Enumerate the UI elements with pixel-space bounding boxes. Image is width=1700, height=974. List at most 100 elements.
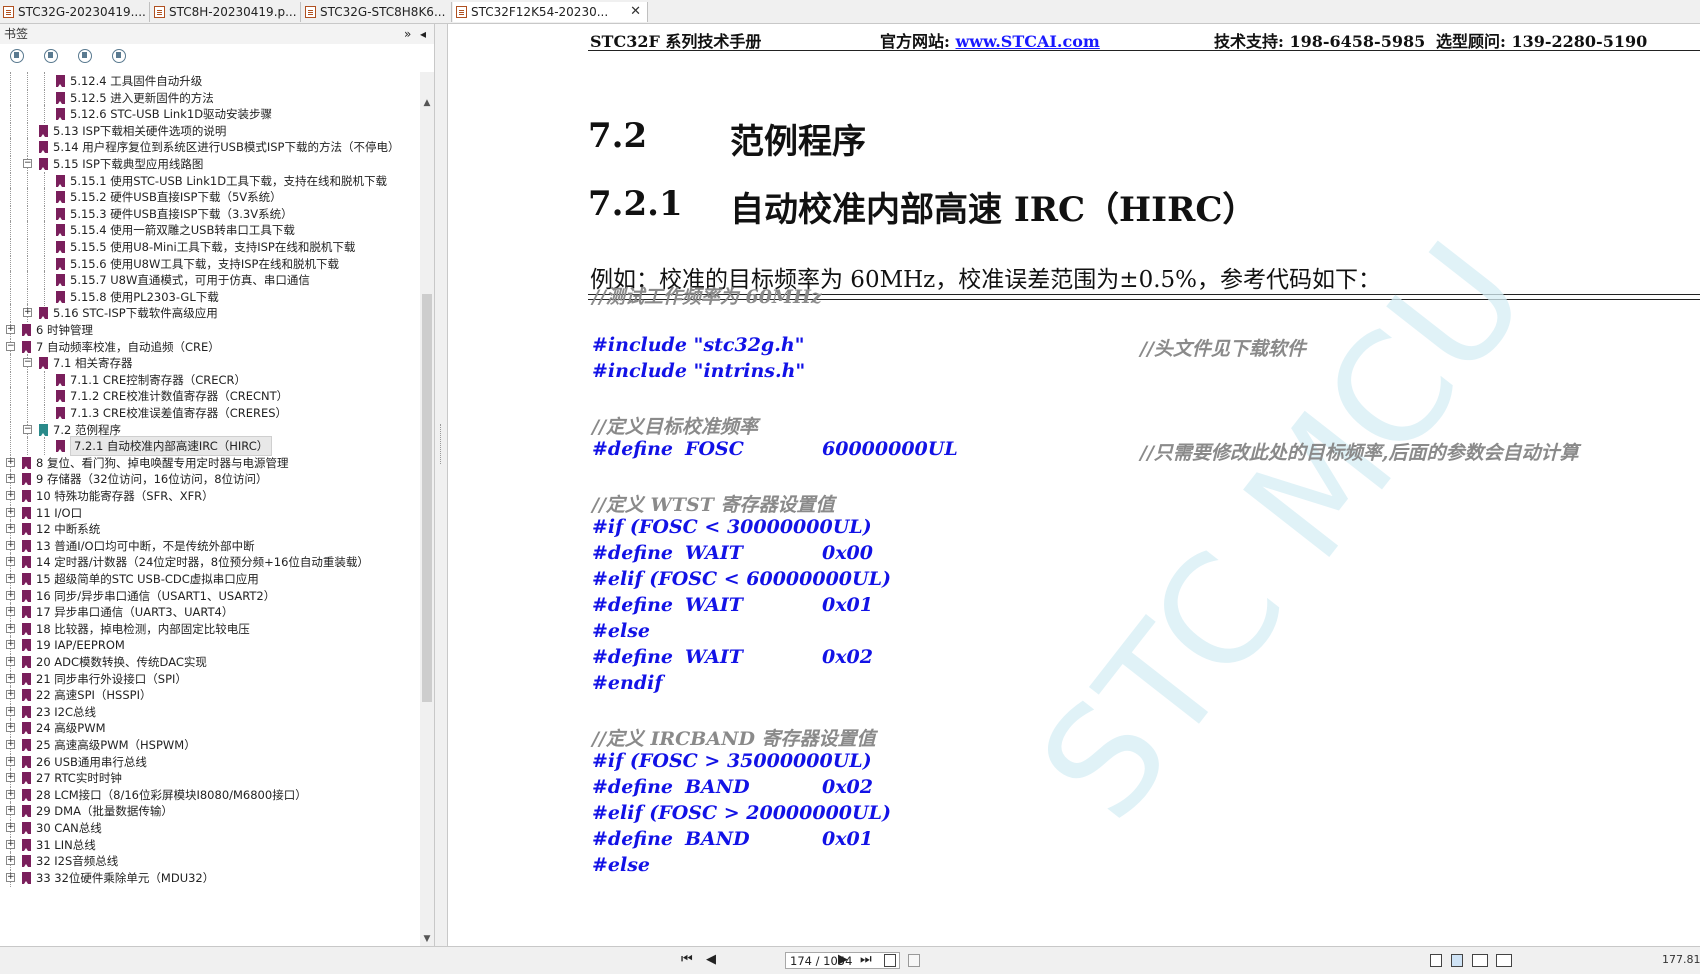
panel-splitter[interactable] xyxy=(435,24,448,946)
expand-node-icon[interactable]: + xyxy=(6,557,15,567)
bookmark-item[interactable]: 5.15.3 硬件USB直接ISP下载（3.3V系统） xyxy=(0,204,420,223)
bookmark-item[interactable]: 5.15.5 使用U8-Mini工具下载，支持ISP在线和脱机下载 xyxy=(0,238,420,256)
bookmark-item[interactable]: +26 USB通用串行总线 xyxy=(0,752,420,771)
bookmark-item[interactable]: +8 复位、看门狗、掉电唤醒专用定时器与电源管理 xyxy=(0,453,420,472)
bookmark-item[interactable]: +10 特殊功能寄存器（SFR、XFR） xyxy=(0,487,420,505)
bookmark-item[interactable]: +12 中断系统 xyxy=(0,520,420,539)
expand-node-icon[interactable]: + xyxy=(6,789,15,799)
bookmark-item[interactable]: 5.15.2 硬件USB直接ISP下载（5V系统） xyxy=(0,188,420,207)
expand-node-icon[interactable]: + xyxy=(6,507,15,517)
expand-node-icon[interactable]: + xyxy=(6,839,15,849)
continuous-view-icon[interactable] xyxy=(1451,954,1463,967)
bookmark-item[interactable]: +25 高速高级PWM（HSPWM） xyxy=(0,736,420,754)
expand-node-icon[interactable]: + xyxy=(6,325,15,334)
bookmark-item[interactable]: − 7 自动频率校准，自动追频（CRE） xyxy=(0,337,420,356)
bookmark-item[interactable]: +9 存储器（32位访问，16位访问，8位访问） xyxy=(0,470,420,489)
expand-bookmark-icon[interactable] xyxy=(10,49,24,63)
bookmark-item[interactable]: 5.12.6 STC-USB Link1D驱动安装步骤 xyxy=(0,105,420,124)
bookmark-item[interactable]: +5.16 STC-ISP下载软件高级应用 xyxy=(0,304,420,323)
bookmark-item[interactable]: 5.15.8 使用PL2303-GL下载 xyxy=(0,287,420,306)
bookmark-item[interactable]: 5.15.4 使用一箭双雕之USB转串口工具下载 xyxy=(0,221,420,240)
continuous-facing-view-icon[interactable] xyxy=(1496,954,1512,967)
expand-node-icon[interactable]: + xyxy=(6,872,15,882)
expand-node-icon[interactable]: + xyxy=(6,690,15,700)
forward-view-icon[interactable] xyxy=(908,954,920,967)
bookmark-item[interactable]: +27 RTC实时时钟 xyxy=(0,769,420,788)
scroll-up-icon[interactable]: ▲ xyxy=(420,96,434,110)
bookmark-item[interactable]: +32 I2S音频总线 xyxy=(0,852,420,871)
bookmark-item[interactable]: +14 定时器/计数器（24位定时器，8位预分频+16位自动重装载） xyxy=(0,553,420,572)
header-site-link[interactable]: www.STCAI.com xyxy=(956,32,1100,51)
bookmark-item[interactable]: 7.1.2 CRE校准计数值寄存器（CRECNT） xyxy=(0,387,420,406)
bookmark-item[interactable]: 7.1.1 CRE控制寄存器（CRECR） xyxy=(0,370,420,389)
close-panel-icon[interactable]: ◂ xyxy=(420,24,426,44)
tab-doc-1[interactable]: STC32G-20230419.... xyxy=(0,2,150,22)
bookmark-item[interactable]: +31 LIN总线 xyxy=(0,835,420,854)
expand-node-icon[interactable]: + xyxy=(6,740,15,749)
bookmark-item[interactable]: +29 DMA（批量数据传输） xyxy=(0,802,420,821)
bookmark-item[interactable]: +16 同步/异步串口通信（USART1、USART2） xyxy=(0,586,420,605)
bookmark-item[interactable]: +33 32位硬件乘除单元（MDU32） xyxy=(0,868,420,887)
expand-node-icon[interactable]: + xyxy=(23,308,32,318)
bookmark-item[interactable]: +19 IAP/EEPROM xyxy=(0,636,420,655)
bookmark-item[interactable]: 5.15.6 使用U8W工具下载，支持ISP在线和脱机下载 xyxy=(0,254,420,273)
expand-node-icon[interactable]: + xyxy=(6,457,15,467)
bookmark-item[interactable]: 5.13 ISP下载相关硬件选项的说明 xyxy=(0,121,420,140)
bookmark-item[interactable]: +24 高级PWM xyxy=(0,719,420,738)
expand-node-icon[interactable]: + xyxy=(6,590,15,600)
collapse-panel-icon[interactable]: » xyxy=(404,24,411,44)
expand-node-icon[interactable]: + xyxy=(6,640,15,650)
bookmark-item[interactable]: +11 I/O口 xyxy=(0,503,420,522)
bookmark-item[interactable]: − 5.15 ISP下载典型应用线路图 xyxy=(0,155,420,173)
expand-node-icon[interactable]: + xyxy=(6,773,15,783)
expand-node-icon[interactable]: + xyxy=(6,623,15,633)
expand-node-icon[interactable]: + xyxy=(6,856,15,866)
first-page-icon[interactable]: ⏮ xyxy=(681,953,693,967)
scrollbar-thumb[interactable] xyxy=(422,294,432,702)
expand-node-icon[interactable]: + xyxy=(6,723,15,733)
expand-node-icon[interactable]: + xyxy=(6,823,15,832)
close-tab-icon[interactable]: ✕ xyxy=(630,2,641,22)
bookmark-item[interactable]: +20 ADC模数转换、传统DAC实现 xyxy=(0,653,420,671)
bookmark-item[interactable]: +13 普通I/O口均可中断，不是传统外部中断 xyxy=(0,536,420,555)
collapse-node-icon[interactable]: − xyxy=(23,424,32,434)
bookmarks-scrollbar[interactable]: ▲ ▼ xyxy=(420,72,434,946)
bookmark-item[interactable]: +6 时钟管理 xyxy=(0,321,420,339)
tab-doc-4-active[interactable]: STC32F12K54-20230... ✕ xyxy=(453,2,648,22)
bookmark-item[interactable]: +30 CAN总线 xyxy=(0,819,420,837)
bookmark-item[interactable]: 7.1.3 CRE校准误差值寄存器（CRERES） xyxy=(0,404,420,422)
expand-node-icon[interactable]: + xyxy=(6,673,15,683)
expand-node-icon[interactable]: + xyxy=(6,806,15,816)
expand-node-icon[interactable]: + xyxy=(6,524,15,534)
bookmark-item[interactable]: +22 高速SPI（HSSPI） xyxy=(0,686,420,705)
expand-node-icon[interactable]: + xyxy=(6,491,15,500)
scroll-down-icon[interactable]: ▼ xyxy=(420,932,434,946)
bookmark-item[interactable]: 5.15.7 U8W直通模式，可用于仿真、串口通信 xyxy=(0,271,420,290)
facing-view-icon[interactable] xyxy=(1472,954,1488,967)
bookmark-item[interactable]: +23 I2C总线 xyxy=(0,702,420,721)
expand-node-icon[interactable]: + xyxy=(6,574,15,583)
next-page-icon[interactable]: ▶ xyxy=(838,953,848,967)
collapse-node-icon[interactable]: − xyxy=(6,341,15,351)
bookmark-item[interactable]: 5.12.4 工具固件自动升级 xyxy=(0,72,420,90)
collapse-node-icon[interactable]: − xyxy=(23,159,32,168)
collapse-node-icon[interactable]: − xyxy=(23,358,32,368)
bookmark-item[interactable]: 5.15.1 使用STC-USB Link1D工具下载，支持在线和脱机下载 xyxy=(0,171,420,190)
collapse-bookmark-icon[interactable] xyxy=(44,49,58,63)
expand-node-icon[interactable]: + xyxy=(6,540,15,550)
tab-doc-2[interactable]: STC8H-20230419.p... xyxy=(151,2,301,22)
bookmark-item[interactable]: 7.2.1 自动校准内部高速IRC（HIRC） xyxy=(0,436,420,457)
bookmark-item[interactable]: +15 超级简单的STC USB-CDC虚拟串口应用 xyxy=(0,570,420,588)
bookmark-item[interactable]: − 7.1 相关寄存器 xyxy=(0,354,420,373)
expand-node-icon[interactable]: + xyxy=(6,474,15,484)
tab-doc-3[interactable]: STC32G-STC8H8K6... xyxy=(302,2,452,22)
prev-page-icon[interactable]: ◀ xyxy=(706,953,716,967)
find-bookmark-icon[interactable] xyxy=(112,49,126,63)
document-view[interactable]: STC32F 系列技术手册 官方网站: www.STCAI.com 技术支持: … xyxy=(448,24,1700,946)
back-view-icon[interactable] xyxy=(884,954,896,967)
single-page-view-icon[interactable] xyxy=(1430,954,1442,967)
bookmark-item[interactable]: 5.14 用户程序复位到系统区进行USB模式ISP下载的方法（不停电） xyxy=(0,138,420,157)
bookmark-item[interactable]: +28 LCM接口（8/16位彩屏模块I8080/M6800接口） xyxy=(0,785,420,804)
last-page-icon[interactable]: ⏭ xyxy=(860,953,872,967)
bookmark-item[interactable]: +18 比较器，掉电检测，内部固定比较电压 xyxy=(0,619,420,638)
